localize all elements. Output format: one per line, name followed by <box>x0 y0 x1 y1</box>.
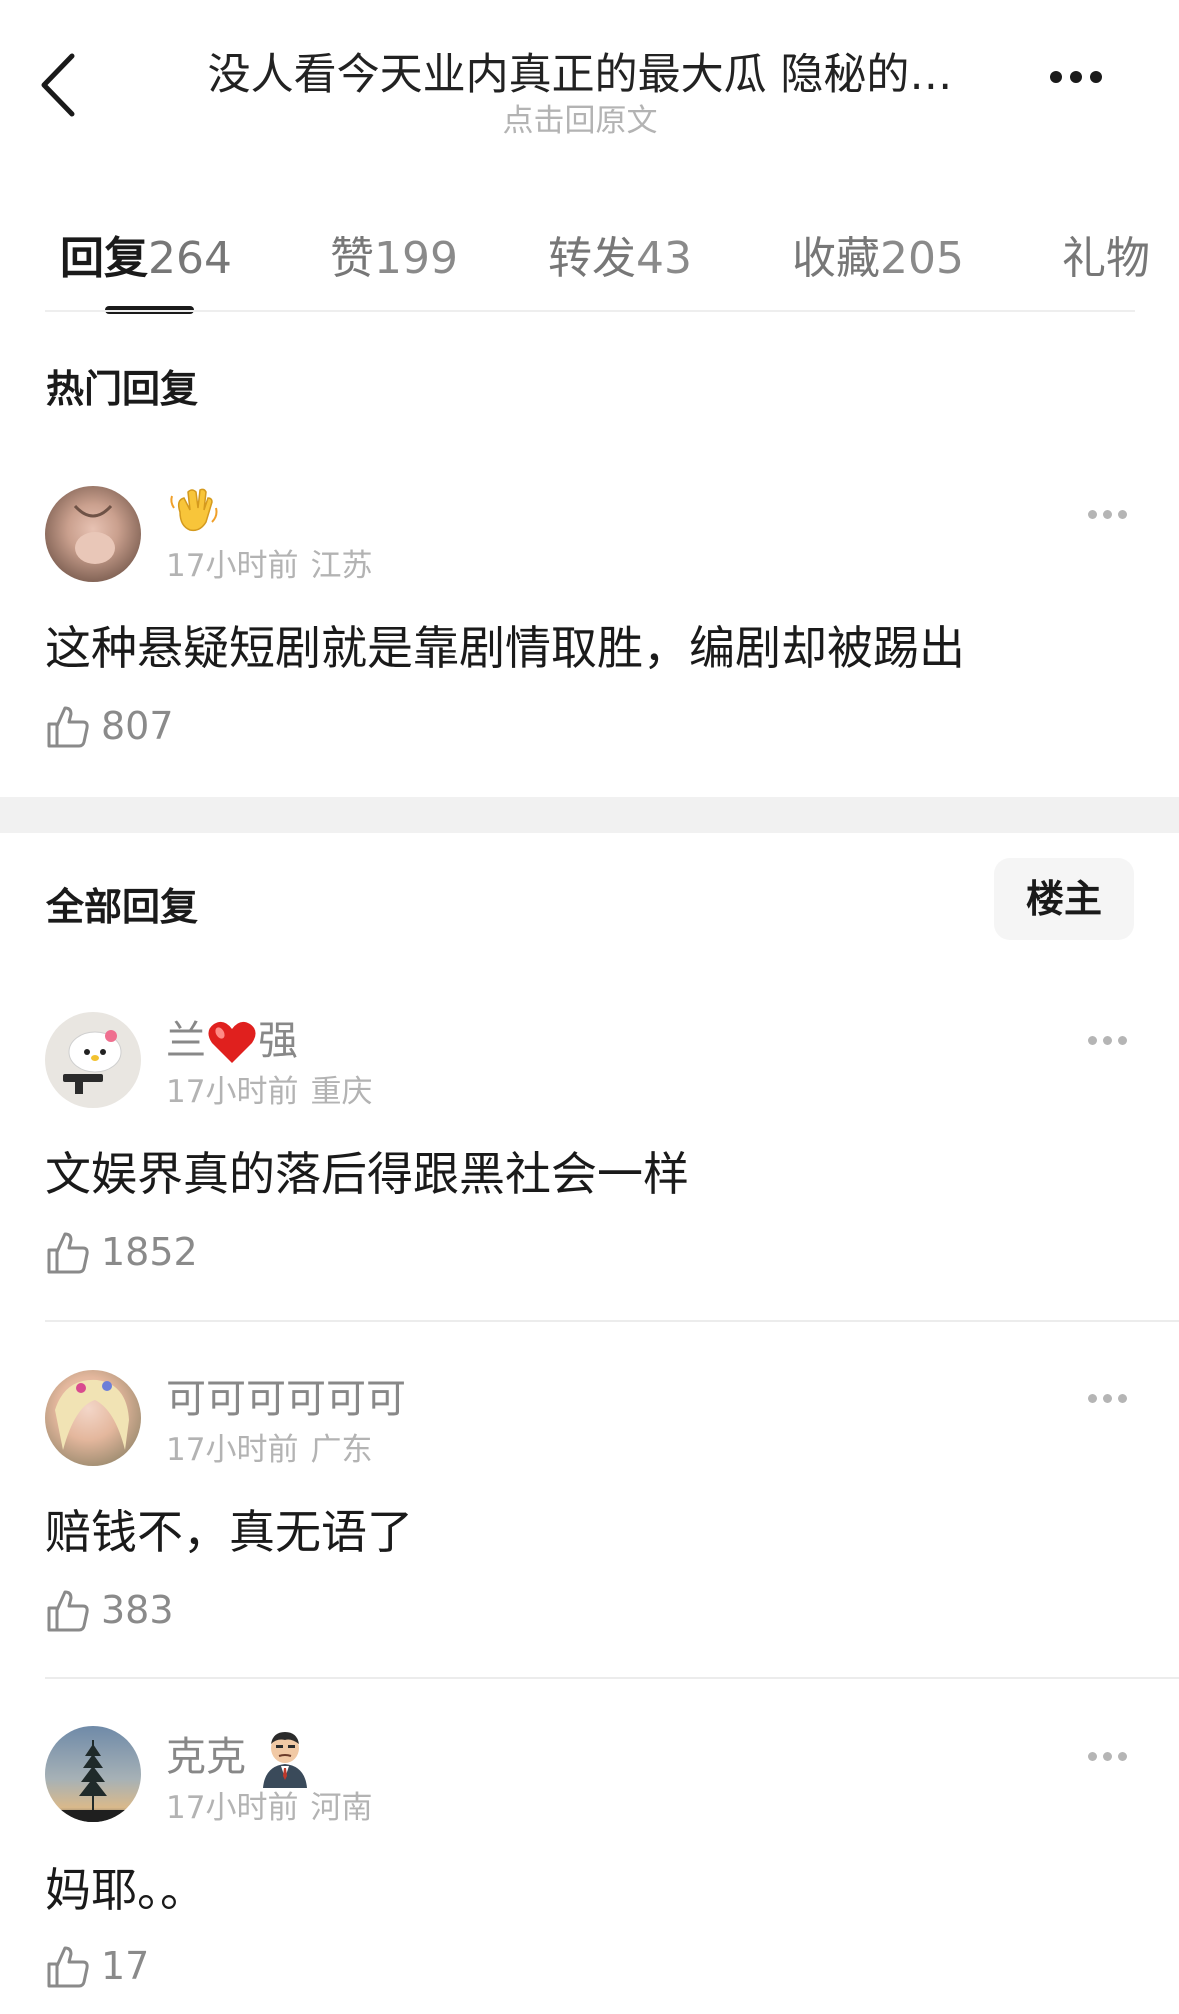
comment-time: 17小时前 <box>166 1432 299 1468</box>
like-count: 17 <box>101 1944 150 1988</box>
section-separator <box>0 797 1179 833</box>
tab-label: 收藏 <box>792 233 880 284</box>
comment-text: 文娱界真的落后得跟黑社会一样 <box>45 1147 689 1201</box>
comment-meta: 17小时前 河南 <box>166 1782 372 1827</box>
comment-text: 赔钱不，真无语了 <box>45 1505 413 1559</box>
avatar-image <box>55 1379 129 1450</box>
back-button[interactable] <box>38 50 98 120</box>
like-count: 1852 <box>101 1230 198 1274</box>
divider <box>45 310 1135 312</box>
tab-bar: 回复264 赞199 转发43 收藏205 礼物 <box>0 210 1179 314</box>
tab-favorites[interactable]: 收藏205 <box>792 222 964 286</box>
red-heart-icon <box>208 1021 256 1063</box>
like-button[interactable]: 17 <box>45 1942 165 1992</box>
tab-likes[interactable]: 赞199 <box>330 222 458 286</box>
comment-time: 17小时前 <box>166 1790 299 1826</box>
comment-meta: 17小时前 江苏 <box>166 540 372 585</box>
username-text: 克克 <box>166 1734 246 1780</box>
comment-location: 江苏 <box>310 548 373 584</box>
comment-meta: 17小时前 重庆 <box>166 1066 372 1111</box>
tab-count: 199 <box>374 233 458 284</box>
dot <box>1103 1036 1112 1045</box>
avatar[interactable] <box>45 1370 141 1466</box>
more-icon-dot <box>1090 71 1102 83</box>
all-replies-heading: 全部回复 <box>46 885 199 929</box>
tab-label: 礼物 <box>1062 233 1150 284</box>
comment-location: 重庆 <box>310 1074 373 1110</box>
dot <box>1103 510 1112 519</box>
tab-reposts[interactable]: 转发43 <box>548 222 692 286</box>
more-icon-dot <box>1050 71 1062 83</box>
like-count: 807 <box>101 704 174 748</box>
dot <box>1103 1752 1112 1761</box>
avatar[interactable] <box>45 1726 141 1822</box>
avatar-image <box>63 1030 122 1094</box>
comment-location: 广东 <box>310 1432 373 1468</box>
tab-replies[interactable]: 回复264 <box>60 222 232 286</box>
username-part: 兰 <box>166 1018 206 1064</box>
dot <box>1088 510 1097 519</box>
comment-more-button[interactable] <box>1088 1030 1134 1045</box>
like-button[interactable]: 383 <box>45 1586 185 1636</box>
dot <box>1118 510 1127 519</box>
like-button[interactable]: 807 <box>45 702 185 752</box>
comment-text: 妈耶。。 <box>45 1863 206 1917</box>
dot <box>1118 1036 1127 1045</box>
comment-time: 17小时前 <box>166 1074 299 1110</box>
avatar-image <box>73 504 115 564</box>
top-bar: 没人看今天业内真正的最大瓜 隐秘的… 点击回原文 <box>0 0 1179 150</box>
dot <box>1088 1752 1097 1761</box>
username-part: 强 <box>258 1018 298 1064</box>
tab-label: 赞 <box>330 233 374 284</box>
comment-more-button[interactable] <box>1088 1388 1134 1403</box>
comment-more-button[interactable] <box>1088 1746 1134 1761</box>
username[interactable]: 兰 强 <box>166 1008 298 1067</box>
tab-count: 264 <box>148 233 232 284</box>
dot <box>1118 1752 1127 1761</box>
post-title[interactable]: 没人看今天业内真正的最大瓜 隐秘的… <box>150 40 1010 102</box>
more-options-button[interactable] <box>1050 68 1130 104</box>
op-only-filter-button[interactable]: 楼主 <box>994 858 1134 940</box>
tab-count: 205 <box>880 233 964 284</box>
dot <box>1088 1394 1097 1403</box>
hot-replies-heading: 热门回复 <box>46 367 199 411</box>
avatar[interactable] <box>45 1012 141 1108</box>
avatar-image <box>45 1740 141 1822</box>
back-to-original-link[interactable]: 点击回原文 <box>150 95 1010 140</box>
divider <box>45 1320 1179 1322</box>
dot <box>1103 1394 1112 1403</box>
thumbs-up-icon <box>47 1232 89 1274</box>
comment-time: 17小时前 <box>166 548 299 584</box>
comment-page: 没人看今天业内真正的最大瓜 隐秘的… 点击回原文 回复264 赞199 转发43… <box>0 0 1179 2014</box>
like-button[interactable]: 1852 <box>45 1228 205 1278</box>
thumbs-up-icon <box>47 1590 89 1632</box>
username[interactable]: 可可可可可可 <box>166 1366 406 1424</box>
tab-gifts[interactable]: 礼物 <box>1062 222 1150 286</box>
comment-meta: 17小时前 广东 <box>166 1424 372 1469</box>
comment-location: 河南 <box>310 1790 373 1826</box>
chevron-left-icon <box>41 53 75 117</box>
man-in-suit-sticker-icon <box>262 1732 307 1788</box>
dot <box>1118 1394 1127 1403</box>
tab-label: 转发 <box>548 233 636 284</box>
divider <box>45 1677 1179 1679</box>
tab-label: 回复 <box>60 233 148 284</box>
username[interactable] <box>166 482 220 536</box>
avatar[interactable] <box>45 486 141 582</box>
comment-text: 这种悬疑短剧就是靠剧情取胜，编剧却被踢出 <box>45 621 965 675</box>
tab-count: 43 <box>636 233 692 284</box>
thumbs-up-icon <box>47 706 89 748</box>
dot <box>1088 1036 1097 1045</box>
username[interactable]: 克克 <box>166 1724 311 1788</box>
like-count: 383 <box>101 1588 174 1632</box>
more-icon-dot <box>1070 71 1082 83</box>
comment-more-button[interactable] <box>1088 504 1134 519</box>
waving-hand-icon <box>170 488 218 532</box>
thumbs-up-icon <box>47 1946 89 1988</box>
